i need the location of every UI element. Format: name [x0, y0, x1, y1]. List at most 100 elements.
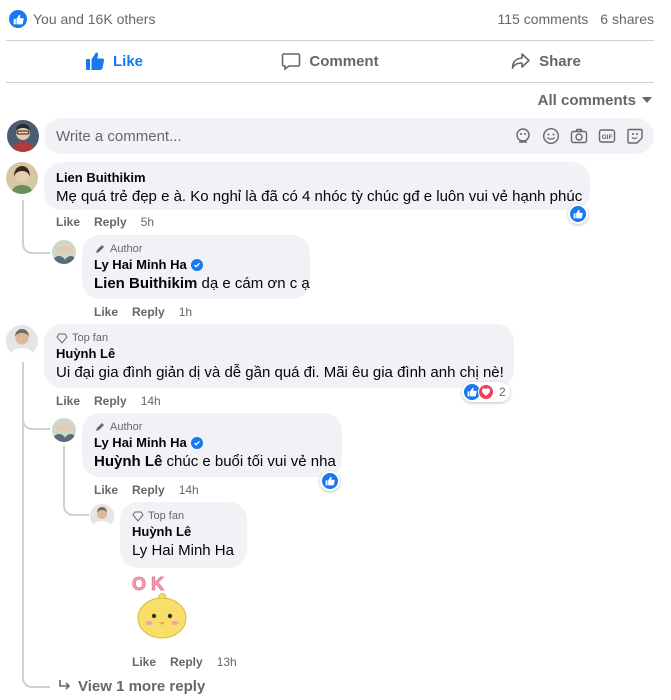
- comment-reaction-count[interactable]: 2: [462, 382, 510, 402]
- top-fan-badge: Top fan: [56, 332, 502, 344]
- engagement-counts: 115 comments 6 shares: [498, 9, 654, 29]
- pencil-icon: [96, 245, 104, 253]
- comment-text: Mẹ quá trẻ đẹp e à. Ko nghỉ là đã có 4 n…: [56, 188, 583, 205]
- nested-like-button[interactable]: Like: [132, 655, 156, 669]
- gif-icon[interactable]: GIF: [598, 127, 616, 145]
- nested-reply-bubble: Top fan Huỳnh Lê Ly Hai Minh Ha: [120, 502, 247, 568]
- diamond-icon: [132, 511, 144, 522]
- comment-label: Comment: [309, 52, 379, 70]
- sticker-icon[interactable]: [626, 127, 644, 145]
- like-label: Like: [112, 52, 143, 70]
- comment-like-button[interactable]: Like: [56, 394, 80, 408]
- reaction-summary[interactable]: You and 16K others: [9, 9, 155, 29]
- share-button[interactable]: Share: [438, 42, 654, 80]
- comment-meta: Like Reply 14h: [56, 394, 161, 408]
- action-bar: Like Comment Share: [6, 42, 654, 80]
- comment-bubble: Top fan Huỳnh Lê Ui đại gia đình giản dị…: [44, 324, 514, 388]
- diamond-icon: [56, 333, 68, 344]
- reply-meta: Like Reply 14h: [94, 483, 199, 497]
- reply-bubble: Author Ly Hai Minh Ha Lien Buithikim dạ …: [82, 235, 310, 299]
- commenter-name[interactable]: Huỳnh Lê: [56, 346, 502, 361]
- comment-meta: Like Reply 5h: [56, 215, 154, 229]
- reply-author-name[interactable]: Ly Hai Minh Ha: [94, 435, 330, 450]
- reply-bubble: Author Ly Hai Minh Ha Huỳnh Lê chúc e bu…: [82, 413, 342, 477]
- nested-reply-button[interactable]: Reply: [170, 655, 203, 669]
- shares-count[interactable]: 6 shares: [600, 11, 654, 27]
- thread-connector: [63, 500, 89, 516]
- verified-badge-icon: [190, 258, 203, 271]
- mention-link[interactable]: Huỳnh Lê: [94, 453, 162, 470]
- camera-icon[interactable]: [570, 127, 588, 145]
- thread-connector: [22, 672, 50, 688]
- commenter-name[interactable]: Lien Buithikim: [56, 170, 578, 185]
- thread-line: [22, 362, 24, 674]
- commenter-avatar[interactable]: [6, 325, 38, 357]
- thread-line: [22, 200, 24, 237]
- reply-like-button[interactable]: Like: [94, 305, 118, 319]
- like-reaction-icon: [9, 10, 27, 28]
- thread-line: [63, 446, 65, 502]
- mention-link[interactable]: Lien Buithikim: [94, 275, 197, 292]
- comment-reply-button[interactable]: Reply: [94, 215, 127, 229]
- like-reaction-icon: [570, 206, 586, 222]
- share-icon: [511, 53, 530, 69]
- comment-filter-dropdown[interactable]: All comments: [538, 90, 652, 110]
- top-fan-badge: Top fan: [132, 510, 235, 522]
- comment-filter-label: All comments: [537, 91, 636, 109]
- comment-reaction-count[interactable]: [568, 204, 588, 224]
- comment-timestamp[interactable]: 14h: [141, 394, 161, 408]
- reply-reaction-count[interactable]: [320, 471, 340, 491]
- view-more-label: View 1 more reply: [78, 677, 206, 695]
- nested-reply-meta: Like Reply 13h: [132, 655, 237, 669]
- reply-timestamp[interactable]: 1h: [179, 305, 192, 319]
- reply-text: Lien Buithikim dạ e cám ơn c ạ: [94, 275, 310, 292]
- reply-text: Huỳnh Lê chúc e buổi tối vui vẻ nha: [94, 453, 336, 470]
- comments-count[interactable]: 115 comments: [498, 11, 589, 27]
- sticker-text: O K: [132, 574, 164, 594]
- comment-timestamp[interactable]: 5h: [141, 215, 154, 229]
- nested-reply-name[interactable]: Huỳnh Lê: [132, 524, 235, 539]
- reply-timestamp[interactable]: 14h: [179, 483, 199, 497]
- reaction-count: 2: [499, 385, 506, 399]
- like-reaction-icon: [322, 473, 338, 489]
- comment-text: Ui đại gia đình giản dị và dễ gần quá đi…: [56, 364, 504, 381]
- reply-arrow-icon: [59, 680, 71, 690]
- comment-button[interactable]: Comment: [222, 42, 438, 80]
- thread-connector: [22, 412, 50, 430]
- author-avatar[interactable]: [52, 240, 76, 264]
- author-avatar[interactable]: [52, 418, 76, 442]
- current-user-avatar[interactable]: [7, 120, 39, 152]
- comment-composer[interactable]: GIF: [44, 118, 654, 154]
- love-reaction-icon: [478, 384, 494, 400]
- like-button[interactable]: Like: [6, 42, 222, 80]
- verified-badge-icon: [190, 436, 203, 449]
- thumbs-up-icon: [85, 52, 105, 70]
- nested-timestamp[interactable]: 13h: [217, 655, 237, 669]
- divider: [6, 40, 654, 41]
- comment-icon: [282, 53, 301, 71]
- author-badge: Author: [94, 421, 330, 433]
- comment-input[interactable]: [56, 127, 496, 145]
- emoji-icon[interactable]: [542, 127, 560, 145]
- comment-like-button[interactable]: Like: [56, 215, 80, 229]
- pencil-icon: [96, 423, 104, 431]
- commenter-avatar[interactable]: [90, 504, 114, 528]
- comment-bubble: Lien Buithikim Mẹ quá trẻ đẹp e à. Ko ng…: [44, 162, 590, 210]
- comment-reply-button[interactable]: Reply: [94, 394, 127, 408]
- reply-reply-button[interactable]: Reply: [132, 483, 165, 497]
- ok-sticker[interactable]: O K: [122, 572, 200, 644]
- divider: [6, 82, 654, 83]
- thread-connector: [22, 236, 50, 254]
- reply-meta: Like Reply 1h: [94, 305, 192, 319]
- svg-text:GIF: GIF: [602, 134, 613, 141]
- avatar-sticker-icon[interactable]: [514, 127, 532, 145]
- author-badge: Author: [94, 243, 298, 255]
- view-more-replies[interactable]: View 1 more reply: [58, 676, 205, 696]
- reply-like-button[interactable]: Like: [94, 483, 118, 497]
- reply-author-name[interactable]: Ly Hai Minh Ha: [94, 257, 298, 272]
- caret-down-icon: [642, 97, 652, 103]
- commenter-avatar[interactable]: [6, 162, 38, 194]
- reply-reply-button[interactable]: Reply: [132, 305, 165, 319]
- reaction-summary-text: You and 16K others: [33, 11, 156, 27]
- share-label: Share: [539, 52, 581, 70]
